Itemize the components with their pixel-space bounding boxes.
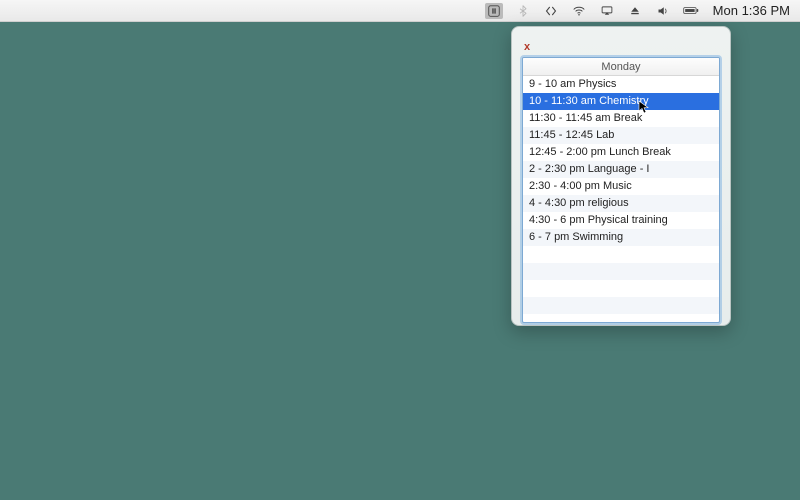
list-item[interactable]: 6 - 7 pm Swimming — [523, 229, 719, 246]
schedule-panel: x Monday 9 - 10 am Physics10 - 11:30 am … — [511, 26, 731, 326]
list-item[interactable]: 11:45 - 12:45 Lab — [523, 127, 719, 144]
menu-bar-clock[interactable]: Mon 1:36 PM — [713, 3, 790, 18]
list-item[interactable]: 2:30 - 4:00 pm Music — [523, 178, 719, 195]
listbox-rows: 9 - 10 am Physics10 - 11:30 am Chemistry… — [523, 76, 719, 314]
list-item[interactable] — [523, 297, 719, 314]
menu-bar-tray: Mon 1:36 PM — [485, 3, 790, 19]
listbox-header: Monday — [523, 58, 719, 76]
close-button[interactable]: x — [524, 42, 530, 53]
volume-icon[interactable] — [655, 3, 671, 19]
bluetooth-icon[interactable] — [515, 3, 531, 19]
list-item[interactable]: 11:30 - 11:45 am Break — [523, 110, 719, 127]
wifi-icon[interactable] — [571, 3, 587, 19]
list-item[interactable] — [523, 263, 719, 280]
pause-icon[interactable] — [485, 3, 503, 19]
list-item[interactable]: 4:30 - 6 pm Physical training — [523, 212, 719, 229]
schedule-listbox[interactable]: Monday 9 - 10 am Physics10 - 11:30 am Ch… — [522, 57, 720, 323]
list-item[interactable]: 4 - 4:30 pm religious — [523, 195, 719, 212]
code-icon[interactable] — [543, 3, 559, 19]
list-item[interactable]: 2 - 2:30 pm Language - I — [523, 161, 719, 178]
airplay-icon[interactable] — [599, 3, 615, 19]
eject-icon[interactable] — [627, 3, 643, 19]
list-item[interactable]: 10 - 11:30 am Chemistry — [523, 93, 719, 110]
list-item[interactable]: 9 - 10 am Physics — [523, 76, 719, 93]
list-item[interactable] — [523, 246, 719, 263]
list-item[interactable]: 12:45 - 2:00 pm Lunch Break — [523, 144, 719, 161]
list-item[interactable] — [523, 280, 719, 297]
menu-bar: Mon 1:36 PM — [0, 0, 800, 22]
battery-icon[interactable] — [683, 3, 699, 19]
